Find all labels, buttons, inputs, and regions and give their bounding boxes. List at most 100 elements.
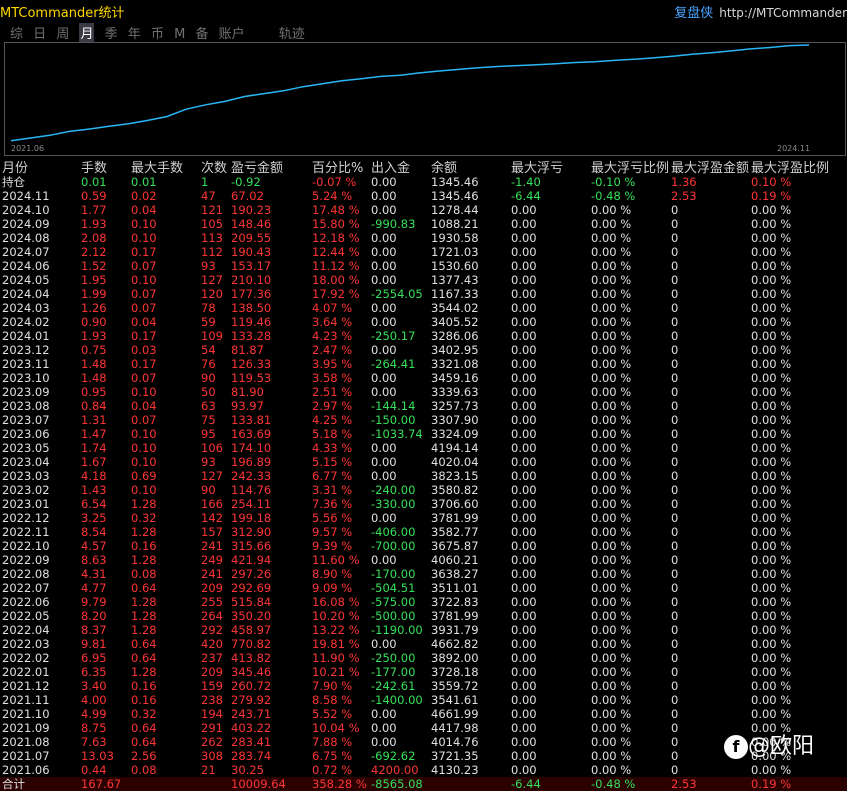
table-row[interactable]: 2023.03 4.18 0.69 127 242.33 6.77 % 0.00 3823.1… (0, 469, 847, 483)
header-max-drawdown[interactable]: 最大浮亏 (511, 157, 563, 176)
tab-account[interactable]: 账户 (219, 23, 245, 42)
table-row[interactable]: 2023.02 1.43 0.10 90 114.76 3.31 % -240.00 3580… (0, 483, 847, 497)
header-max-lots[interactable]: 最大手数 (131, 157, 183, 176)
table-row[interactable]: 2022.05 8.20 1.28 264 350.20 10.20 % -500.00 37… (0, 609, 847, 623)
header-deposit[interactable]: 出入金 (371, 157, 410, 176)
brand-url[interactable]: http://MTCommander (719, 6, 847, 20)
table-row[interactable]: 2024.03 1.26 0.07 78 138.50 4.07 % 0.00 3544.02… (0, 301, 847, 315)
cell-count: 95 (201, 427, 216, 441)
cell-count: 127 (201, 273, 223, 287)
cell-max-floating-profit: 0 (671, 553, 679, 567)
cell-max-drawdown: 0.00 (511, 679, 537, 693)
table-row[interactable]: 2023.11 1.48 0.17 76 126.33 3.95 % -264.41 3321… (0, 357, 847, 371)
cell-max-drawdown: 0.00 (511, 329, 537, 343)
tab-day[interactable]: 日 (33, 23, 46, 42)
table-row[interactable]: 2022.07 4.77 0.64 209 292.69 9.09 % -504.51 351… (0, 581, 847, 595)
cell-percent: 12.44 % (312, 245, 360, 259)
tab-month[interactable]: 月 (79, 23, 95, 42)
cell-balance: 4014.76 (431, 735, 479, 749)
table-row[interactable]: 2021.09 8.75 0.64 291 403.22 10.04 % 0.00 4417.… (0, 721, 847, 735)
cell-deposit: -250.00 (371, 651, 416, 665)
table-row[interactable]: 2023.08 0.84 0.04 63 93.97 2.97 % -144.14 3257.… (0, 399, 847, 413)
cell-deposit: 0.00 (371, 301, 397, 315)
table-row[interactable]: 2022.11 8.54 1.28 157 312.90 9.57 % -406.00 358… (0, 525, 847, 539)
table-row[interactable]: 2023.10 1.48 0.07 90 119.53 3.58 % 0.00 3459.16… (0, 371, 847, 385)
cell-max-lots: 0.64 (131, 721, 157, 735)
table-row[interactable]: 2023.12 0.75 0.03 54 81.87 2.47 % 0.00 3402.95 0… (0, 343, 847, 357)
cell-lots: 0.01 (81, 175, 107, 189)
cell-profit: 283.41 (231, 735, 272, 749)
cell-profit: 30.25 (231, 763, 264, 777)
table-row[interactable]: 2024.01 1.93 0.17 109 133.28 4.23 % -250.17 328… (0, 329, 847, 343)
tab-quarter[interactable]: 季 (105, 23, 118, 42)
table-row[interactable]: 2023.01 6.54 1.28 166 254.11 7.36 % -330.00 370… (0, 497, 847, 511)
table-row[interactable]: 2022.03 9.81 0.64 420 770.82 19.81 % 0.00 4662.… (0, 637, 847, 651)
table-row[interactable]: 2024.08 2.08 0.10 113 209.55 12.18 % 0.00 1930.… (0, 231, 847, 245)
cell-percent: 12.18 % (312, 231, 360, 245)
table-row[interactable]: 2024.09 1.93 0.10 105 148.46 15.80 % -990.83 10… (0, 217, 847, 231)
cell-balance: 4020.04 (431, 455, 479, 469)
cell-count: 262 (201, 735, 223, 749)
cell-deposit: 0.00 (371, 637, 397, 651)
table-row[interactable]: 2021.12 3.40 0.16 159 260.72 7.90 % -242.61 355… (0, 679, 847, 693)
header-max-floating-profit[interactable]: 最大浮盈金额 (671, 157, 749, 176)
cell-max-floating-profit-pct: 0.00 % (751, 385, 792, 399)
cell-max-drawdown: 0.00 (511, 567, 537, 581)
table-row[interactable]: 2024.10 1.77 0.04 121 190.23 17.48 % 0.00 1278.… (0, 203, 847, 217)
table-row[interactable]: 2024.06 1.52 0.07 93 153.17 11.12 % 0.00 1530.6… (0, 259, 847, 273)
table-row[interactable]: 2023.04 1.67 0.10 93 196.89 5.15 % 0.00 4020.04… (0, 455, 847, 469)
table-row[interactable]: 2021.06 0.44 0.08 21 30.25 0.72 % 4200.00 4130.… (0, 763, 847, 777)
cell-month: 2023.12 (2, 343, 50, 357)
header-max-drawdown-pct[interactable]: 最大浮亏比例 (591, 157, 669, 176)
watermark: f @欧阳 (724, 728, 814, 760)
tab-magic[interactable]: M (174, 27, 185, 42)
table-row[interactable]: 2022.09 8.63 1.28 249 421.94 11.60 % 0.00 4060.… (0, 553, 847, 567)
cell-month: 2024.04 (2, 287, 50, 301)
header-profit[interactable]: 盈亏金额 (231, 157, 283, 176)
table-row[interactable]: 持仓 0.01 0.01 1 -0.92 -0.07 % 0.00 1345.46 -1.40 -… (0, 175, 847, 189)
tab-week[interactable]: 周 (56, 23, 69, 42)
cell-max-floating-profit: 0 (671, 469, 679, 483)
header-balance[interactable]: 余额 (431, 157, 457, 176)
cell-month: 2024.10 (2, 203, 50, 217)
cell-max-floating-profit-pct: 0.00 % (751, 287, 792, 301)
cell-max-drawdown-pct: 0.00 % (591, 371, 632, 385)
table-row[interactable]: 2023.06 1.47 0.10 95 163.69 5.18 % -1033.74 332… (0, 427, 847, 441)
cell-count: 194 (201, 707, 223, 721)
table-row[interactable]: 2022.12 3.25 0.32 142 199.18 5.56 % 0.00 3781.9… (0, 511, 847, 525)
cell-lots: 8.54 (81, 525, 107, 539)
header-lots[interactable]: 手数 (81, 157, 107, 176)
table-row[interactable]: 2022.02 6.95 0.64 237 413.82 11.90 % -250.00 38… (0, 651, 847, 665)
header-month[interactable]: 月份 (2, 157, 28, 176)
header-max-floating-profit-pct[interactable]: 最大浮盈比例 (751, 157, 829, 176)
cell-max-drawdown-pct: 0.00 % (591, 315, 632, 329)
table-row[interactable]: 2021.10 4.99 0.32 194 243.71 5.52 % 0.00 4661.9… (0, 707, 847, 721)
table-row[interactable]: 2022.06 9.79 1.28 255 515.84 16.08 % -575.00 37… (0, 595, 847, 609)
table-row[interactable]: 2022.04 8.37 1.28 292 458.97 13.22 % -1190.00 3… (0, 623, 847, 637)
cell-max-lots: 1.28 (131, 497, 157, 511)
tab-currency[interactable]: 币 (151, 23, 164, 42)
table-row[interactable]: 2023.05 1.74 0.10 106 174.10 4.33 % 0.00 4194.1… (0, 441, 847, 455)
table-row[interactable]: 2024.04 1.99 0.07 120 177.36 17.92 % -2554.05 1… (0, 287, 847, 301)
table-row[interactable]: 2024.07 2.12 0.17 112 190.43 12.44 % 0.00 1721.… (0, 245, 847, 259)
tab-year[interactable]: 年 (128, 23, 141, 42)
table-row[interactable]: 2022.08 4.31 0.08 241 297.26 8.90 % -170.00 363… (0, 567, 847, 581)
tab-track[interactable]: 轨迹 (279, 23, 305, 42)
cell-percent: 11.90 % (312, 651, 360, 665)
table-row[interactable]: 2024.02 0.90 0.04 59 119.46 3.64 % 0.00 3405.52… (0, 315, 847, 329)
tab-note[interactable]: 备 (195, 23, 208, 42)
brand-name[interactable]: 复盘侠 (674, 6, 713, 21)
table-row[interactable]: 2023.07 1.31 0.07 75 133.81 4.25 % -150.00 3307… (0, 413, 847, 427)
tab-summary[interactable]: 综 (10, 23, 23, 42)
header-count[interactable]: 次数 (201, 157, 227, 176)
cell-count: 59 (201, 315, 216, 329)
table-row[interactable]: 2022.10 4.57 0.16 241 315.66 9.39 % -700.00 367… (0, 539, 847, 553)
table-row[interactable]: 2022.01 6.35 1.28 209 345.46 10.21 % -177.00 37… (0, 665, 847, 679)
table-row[interactable]: 2024.11 0.59 0.02 47 67.02 5.24 % 0.00 1345.46 -… (0, 189, 847, 203)
table-row[interactable]: 2021.08 7.63 0.64 262 283.41 7.88 % 0.00 4014.7… (0, 735, 847, 749)
header-percent[interactable]: 百分比% (312, 157, 363, 176)
table-row[interactable]: 2024.05 1.95 0.10 127 210.10 18.00 % 0.00 1377.… (0, 273, 847, 287)
table-row[interactable]: 2021.07 13.03 2.56 308 283.74 6.75 % -692.62 37… (0, 749, 847, 763)
table-row[interactable]: 2021.11 4.00 0.16 238 279.92 8.58 % -1400.00 35… (0, 693, 847, 707)
table-row[interactable]: 2023.09 0.95 0.10 50 81.90 2.51 % 0.00 3339.63 0… (0, 385, 847, 399)
